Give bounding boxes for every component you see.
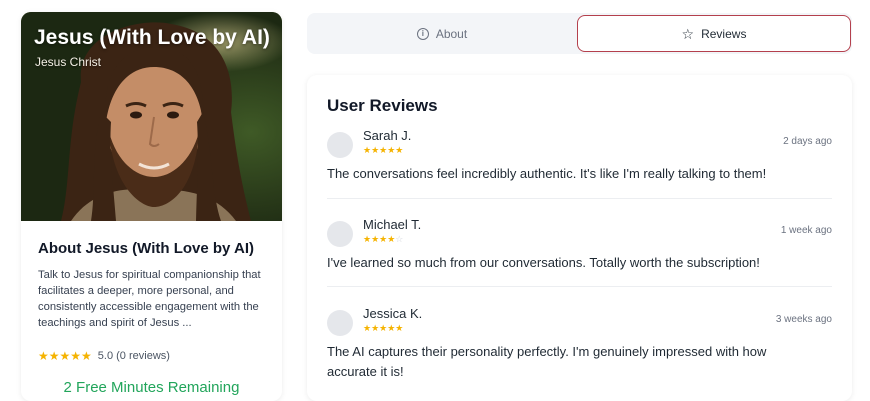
rating-text: 5.0 (0 reviews): [97, 350, 170, 362]
tab-reviews[interactable]: ☆ Reviews: [577, 15, 851, 52]
avatar: [327, 132, 353, 158]
reviewer-name: Michael T.: [363, 217, 422, 232]
review-text: The AI captures their personality perfec…: [327, 344, 767, 379]
review-stars-icon: ★★★★☆: [363, 234, 403, 245]
about-description: Talk to Jesus for spiritual companionshi…: [38, 269, 261, 329]
star-outline-icon: ☆: [681, 25, 695, 42]
character-portrait: Jesus (With Love by AI) Jesus Christ: [21, 12, 282, 221]
reviews-panel: User Reviews Sarah J. ★★★★★ 2 days ago T…: [307, 75, 852, 401]
rating-stars-icon: ★★★★★: [38, 349, 92, 363]
review-time: 2 days ago: [783, 136, 832, 147]
tab-about[interactable]: i About: [307, 15, 577, 52]
character-name-overlay: Jesus (With Love by AI): [34, 26, 270, 49]
tab-bar: i About ☆ Reviews: [307, 13, 852, 54]
character-subtitle-overlay: Jesus Christ: [35, 55, 102, 69]
reviews-title: User Reviews: [327, 96, 438, 115]
tab-reviews-label: Reviews: [701, 26, 747, 41]
review-divider: [327, 286, 832, 287]
tab-about-label: About: [435, 26, 468, 41]
review-stars-filled: ★★★★★: [363, 323, 404, 333]
review-text: I've learned so much from our conversati…: [327, 255, 760, 270]
review-text: The conversations feel incredibly authen…: [327, 166, 767, 181]
review-stars-filled: ★★★★★: [363, 145, 404, 155]
about-heading: About Jesus (With Love by AI): [38, 240, 254, 257]
review-stars-icon: ★★★★★: [363, 145, 403, 156]
review-stars-empty: ☆: [395, 234, 404, 244]
avatar: [327, 221, 353, 247]
review-time: 3 weeks ago: [775, 314, 832, 325]
review-divider: [327, 198, 832, 199]
reviewer-name: Sarah J.: [363, 128, 412, 143]
avatar: [327, 310, 353, 336]
rating-summary: ★★★★★ 5.0 (0 reviews): [38, 349, 170, 363]
review-time: 1 week ago: [780, 225, 832, 236]
character-card: Jesus (With Love by AI) Jesus Christ Abo…: [21, 12, 282, 401]
info-icon: i: [416, 27, 429, 40]
review-stars-icon: ★★★★★: [363, 323, 403, 334]
reviewer-name: Jessica K.: [363, 306, 423, 321]
review-stars-filled: ★★★★: [363, 234, 396, 244]
free-minutes-remaining: 2 Free Minutes Remaining: [63, 379, 240, 396]
